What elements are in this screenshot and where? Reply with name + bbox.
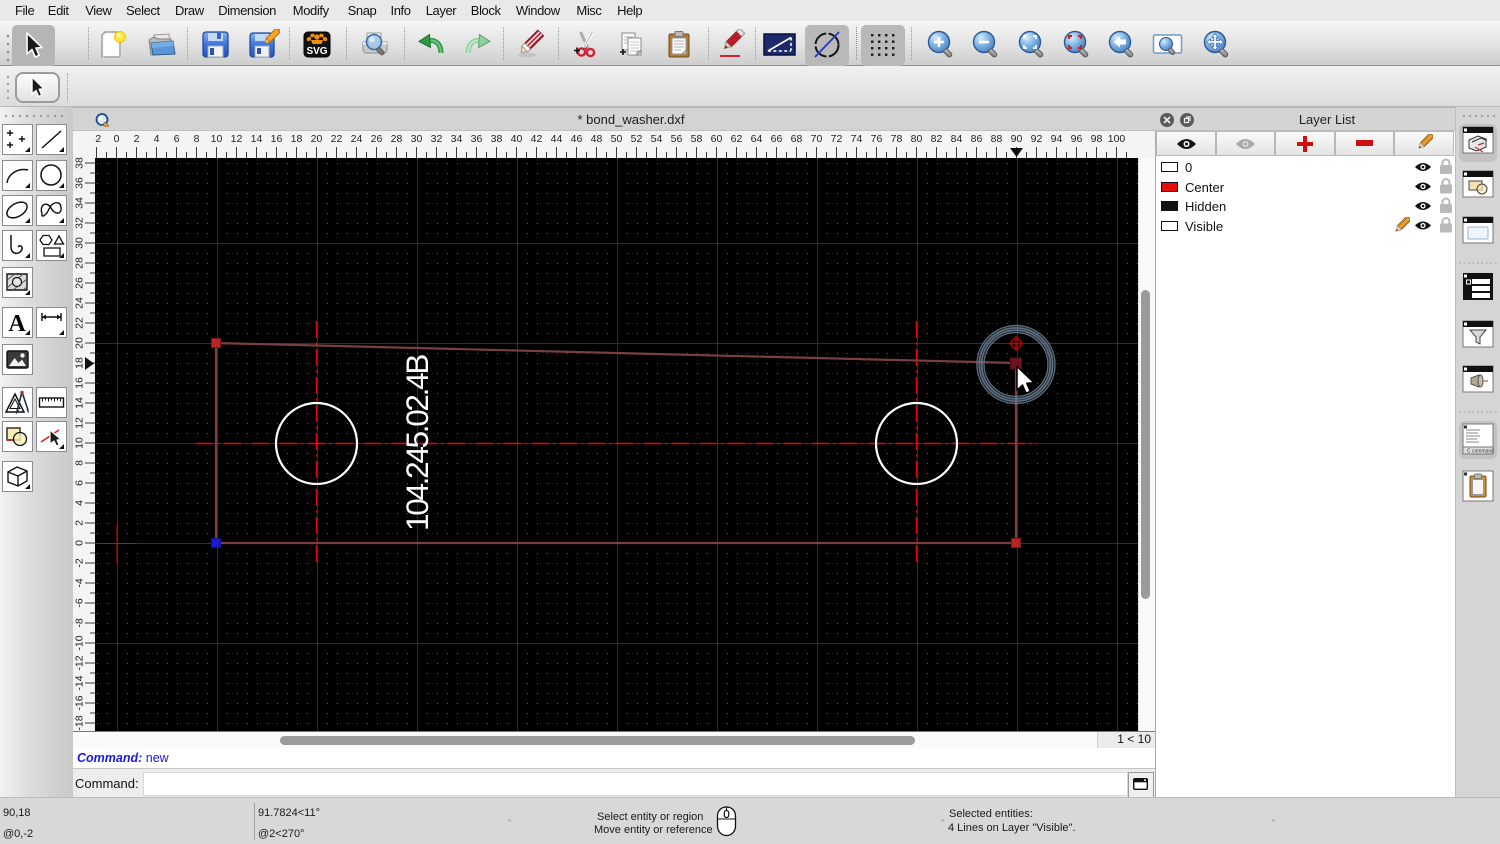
svg-text:-2: -2	[74, 558, 86, 567]
svg-text:100: 100	[1108, 133, 1126, 145]
svg-text:38: 38	[491, 133, 503, 145]
svg-text:88: 88	[991, 133, 1003, 145]
svg-text:-6: -6	[74, 598, 86, 607]
svg-text:24: 24	[74, 297, 86, 309]
svg-text:64: 64	[751, 133, 763, 145]
svg-text:20: 20	[74, 337, 86, 349]
svg-text:A: A	[8, 311, 26, 337]
svg-text:10: 10	[211, 133, 223, 145]
svg-text:4: 4	[154, 133, 160, 145]
svg-text:20: 20	[311, 133, 323, 145]
svg-text:104.245.02.4B: 104.245.02.4B	[399, 355, 435, 531]
svg-text:58: 58	[691, 133, 703, 145]
svg-text:76: 76	[871, 133, 883, 145]
svg-text:24: 24	[351, 133, 363, 145]
svg-text:36: 36	[471, 133, 483, 145]
svg-text:14: 14	[74, 397, 86, 409]
svg-text:-18: -18	[74, 715, 86, 730]
svg-text:98: 98	[1091, 133, 1103, 145]
svg-text:-10: -10	[74, 635, 86, 650]
svg-text:-16: -16	[74, 695, 86, 710]
svg-text:-8: -8	[74, 618, 86, 627]
svg-text:78: 78	[891, 133, 903, 145]
svg-text:12: 12	[74, 417, 86, 429]
svg-text:32: 32	[431, 133, 443, 145]
svg-text:96: 96	[1071, 133, 1083, 145]
svg-text:-14: -14	[74, 675, 86, 690]
svg-text:6: 6	[174, 133, 180, 145]
svg-text:90: 90	[1011, 133, 1023, 145]
svg-text:56: 56	[671, 133, 683, 145]
svg-text:34: 34	[74, 197, 86, 209]
svg-text:16: 16	[271, 133, 283, 145]
svg-text:84: 84	[951, 133, 963, 145]
svg-text:66: 66	[771, 133, 783, 145]
svg-text:70: 70	[811, 133, 823, 145]
svg-text:C command: C command	[1467, 449, 1494, 455]
svg-text:34: 34	[451, 133, 463, 145]
svg-text:2: 2	[74, 520, 86, 526]
svg-text:86: 86	[971, 133, 983, 145]
svg-text:26: 26	[74, 277, 86, 289]
svg-text:68: 68	[791, 133, 803, 145]
svg-text:-12: -12	[74, 655, 86, 670]
svg-text:54: 54	[651, 133, 663, 145]
svg-text:28: 28	[391, 133, 403, 145]
svg-text:-4: -4	[74, 578, 86, 587]
svg-text:74: 74	[851, 133, 863, 145]
svg-text:38: 38	[74, 157, 86, 169]
svg-text:30: 30	[74, 237, 86, 249]
svg-text:4: 4	[74, 500, 86, 506]
svg-text:94: 94	[1051, 133, 1063, 145]
svg-text:10: 10	[74, 437, 86, 449]
svg-text:18: 18	[291, 133, 303, 145]
svg-text:18: 18	[74, 357, 86, 369]
svg-text:48: 48	[591, 133, 603, 145]
svg-text:44: 44	[551, 133, 563, 145]
svg-text:0: 0	[74, 540, 86, 546]
svg-text:12: 12	[231, 133, 243, 145]
svg-text:26: 26	[371, 133, 383, 145]
svg-text:6: 6	[74, 480, 86, 486]
svg-text:16: 16	[74, 377, 86, 389]
svg-text:46: 46	[571, 133, 583, 145]
svg-text:80: 80	[911, 133, 923, 145]
svg-text:42: 42	[531, 133, 543, 145]
svg-text:62: 62	[731, 133, 743, 145]
svg-text:52: 52	[631, 133, 643, 145]
svg-text:92: 92	[1031, 133, 1043, 145]
svg-text:2: 2	[134, 133, 140, 145]
svg-text:60: 60	[711, 133, 723, 145]
svg-text:28: 28	[74, 257, 86, 269]
svg-text:0: 0	[114, 133, 120, 145]
svg-text:36: 36	[74, 177, 86, 189]
svg-text:8: 8	[194, 133, 200, 145]
svg-text:32: 32	[74, 217, 86, 229]
svg-text:22: 22	[331, 133, 343, 145]
svg-text:22: 22	[74, 317, 86, 329]
svg-text:8: 8	[74, 460, 86, 466]
svg-text:72: 72	[831, 133, 843, 145]
svg-text:82: 82	[931, 133, 943, 145]
svg-text:30: 30	[411, 133, 423, 145]
svg-text:40: 40	[511, 133, 523, 145]
svg-text:50: 50	[611, 133, 623, 145]
svg-text:14: 14	[251, 133, 263, 145]
svg-text:SVG: SVG	[306, 46, 327, 57]
